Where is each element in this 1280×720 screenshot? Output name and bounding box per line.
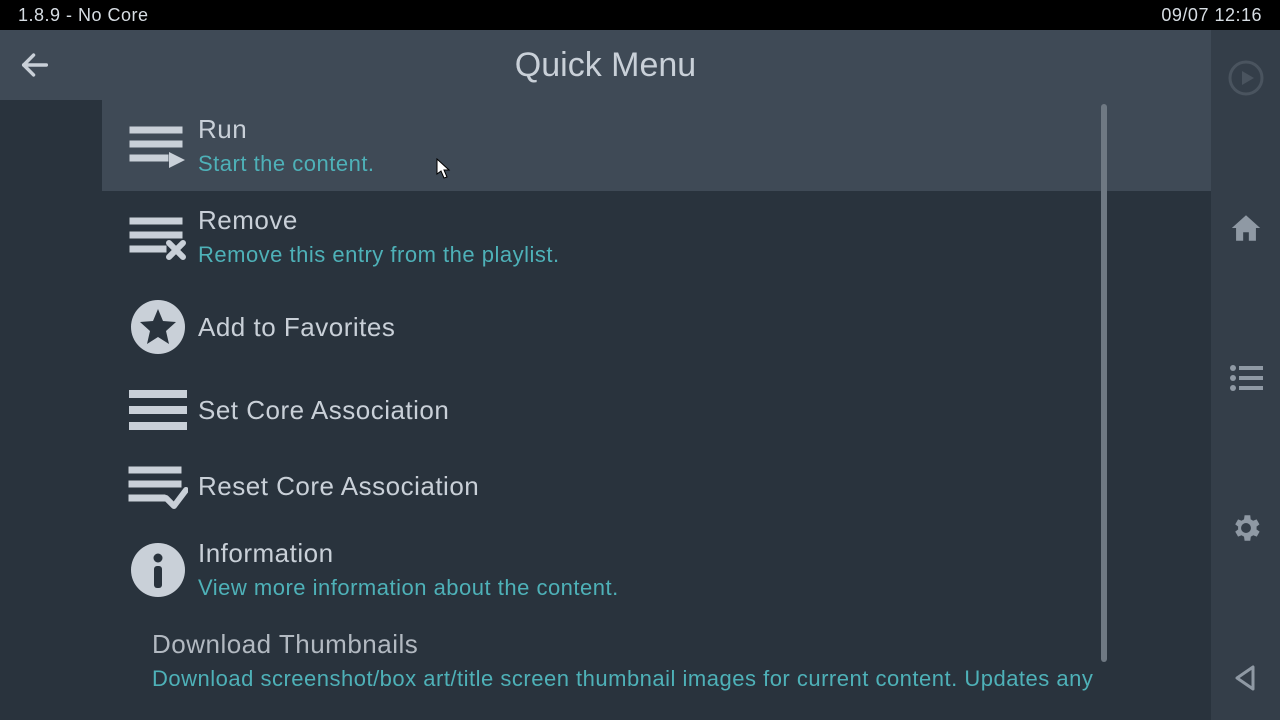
menu-item-subtitle: Start the content. — [198, 151, 375, 177]
page-title: Quick Menu — [0, 46, 1211, 85]
info-circle-icon — [124, 541, 192, 599]
status-bar: 1.8.9 - No Core 09/07 12:16 — [0, 0, 1280, 30]
menu-item-subtitle: Remove this entry from the playlist. — [198, 242, 560, 268]
back-nav-icon[interactable] — [1226, 658, 1266, 698]
menu-item-title: Download Thumbnails — [152, 629, 1093, 660]
menu-item-title: Information — [198, 538, 619, 569]
status-right: 09/07 12:16 — [1161, 5, 1262, 26]
playlist-remove-icon — [124, 213, 192, 261]
title-bar: Quick Menu — [0, 30, 1211, 100]
playlists-icon[interactable] — [1226, 358, 1266, 398]
menu-item-subtitle: Download screenshot/box art/title screen… — [152, 666, 1093, 692]
star-circle-icon — [124, 298, 192, 356]
playlist-play-icon — [124, 122, 192, 170]
menu-item-title: Remove — [198, 205, 560, 236]
resume-icon[interactable] — [1226, 58, 1266, 98]
menu-item-title: Set Core Association — [198, 395, 449, 426]
side-nav — [1211, 30, 1280, 720]
home-icon[interactable] — [1226, 208, 1266, 248]
menu-item-download-thumbnails[interactable]: Download Thumbnails Download screenshot/b… — [102, 615, 1211, 706]
menu-item-reset-core-association[interactable]: Reset Core Association — [102, 448, 1211, 524]
menu-item-run[interactable]: Run Start the content. — [102, 100, 1211, 191]
lines-icon — [124, 388, 192, 432]
settings-icon[interactable] — [1226, 508, 1266, 548]
menu-item-set-core-association[interactable]: Set Core Association — [102, 372, 1211, 448]
status-left: 1.8.9 - No Core — [18, 5, 149, 26]
menu-item-title: Reset Core Association — [198, 471, 479, 502]
menu-item-information[interactable]: Information View more information about t… — [102, 524, 1211, 615]
menu-item-title: Add to Favorites — [198, 312, 395, 343]
menu-item-remove[interactable]: Remove Remove this entry from the playlis… — [102, 191, 1211, 282]
arrow-left-icon — [18, 48, 52, 82]
playlist-check-icon — [124, 462, 192, 510]
back-button[interactable] — [0, 30, 70, 100]
scrollbar[interactable] — [1101, 104, 1107, 662]
menu-item-title: Run — [198, 114, 375, 145]
menu-item-add-to-favorites[interactable]: Add to Favorites — [102, 282, 1211, 372]
menu-item-subtitle: View more information about the content. — [198, 575, 619, 601]
